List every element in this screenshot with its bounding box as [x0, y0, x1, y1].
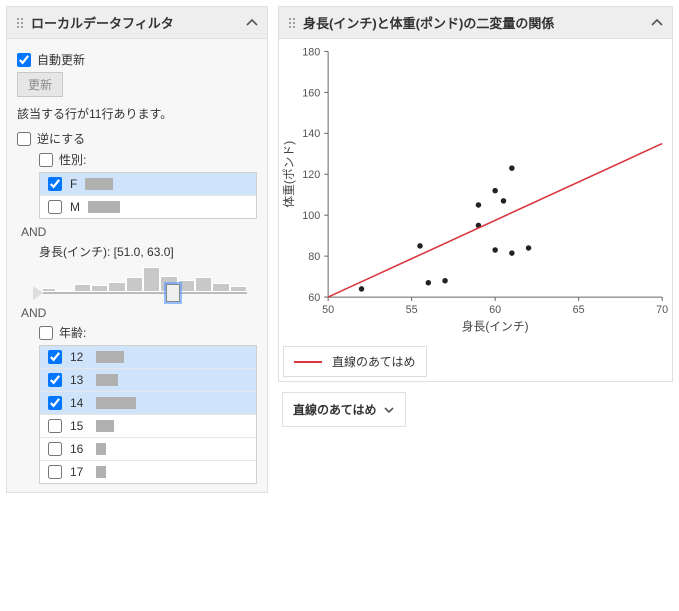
freq-bar-icon	[85, 178, 113, 190]
freq-bar-icon	[96, 351, 124, 363]
age-row-checkbox[interactable]	[48, 396, 62, 410]
bivariate-header[interactable]: 身長(インチ)と体重(ポンド)の二変量の関係	[279, 7, 672, 39]
svg-text:体重(ポンド): 体重(ポンド)	[282, 141, 296, 208]
freq-bar-icon	[96, 397, 136, 409]
filter-panel-title: ローカルデータフィルタ	[31, 13, 174, 32]
age-row-15[interactable]: 15	[40, 414, 256, 437]
age-toggle-checkbox[interactable]	[39, 326, 53, 340]
svg-text:60: 60	[308, 292, 320, 304]
svg-text:80: 80	[308, 251, 320, 263]
svg-text:100: 100	[302, 210, 320, 222]
svg-text:70: 70	[656, 304, 668, 316]
slider-min-handle-icon[interactable]	[33, 286, 43, 300]
bivariate-title: 身長(インチ)と体重(ポンド)の二変量の関係	[303, 13, 554, 32]
svg-text:身長(インチ): 身長(インチ)	[462, 319, 529, 333]
chevron-down-icon	[383, 404, 395, 416]
freq-bar-icon	[96, 466, 106, 478]
age-row-label: 13	[70, 373, 88, 387]
legend-label: 直線のあてはめ	[332, 353, 416, 370]
local-data-filter-panel: ローカルデータフィルタ 自動更新 更新 該当する行が11行あります。 逆にする …	[6, 6, 268, 493]
chart-area: 50 55 60 65 70 60 80 100 120 140 160 180 身長(インチ) 体重(ポ…	[279, 39, 672, 381]
auto-update-row[interactable]: 自動更新	[17, 51, 257, 68]
age-row-checkbox[interactable]	[48, 373, 62, 387]
sex-label: 性別:	[59, 151, 86, 168]
auto-update-label: 自動更新	[37, 51, 85, 68]
age-row-13[interactable]: 13	[40, 368, 256, 391]
age-row-17[interactable]: 17	[40, 460, 256, 483]
sex-header-row[interactable]: 性別:	[39, 151, 257, 168]
reverse-label: 逆にする	[37, 130, 85, 147]
age-row-label: 14	[70, 396, 88, 410]
svg-text:55: 55	[406, 304, 418, 316]
age-row-label: 17	[70, 465, 88, 479]
freq-bar-icon	[88, 201, 120, 213]
fit-line-swatch-icon	[294, 361, 322, 363]
slider-max-handle-icon[interactable]	[166, 284, 180, 302]
age-label: 年齢:	[59, 324, 86, 341]
and-separator: AND	[21, 225, 257, 239]
scatter-chart: 50 55 60 65 70 60 80 100 120 140 160 180 身長(インチ) 体重(ポ…	[279, 39, 672, 339]
sex-list: FM	[39, 172, 257, 219]
collapse-caret-icon[interactable]	[245, 16, 259, 30]
and-separator-2: AND	[21, 306, 257, 320]
age-row-label: 16	[70, 442, 88, 456]
reverse-checkbox[interactable]	[17, 132, 31, 146]
fit-line-section-toggle[interactable]: 直線のあてはめ	[282, 392, 406, 427]
fit-line-section-label: 直線のあてはめ	[293, 401, 377, 418]
update-button[interactable]: 更新	[17, 72, 63, 97]
auto-update-checkbox[interactable]	[17, 53, 31, 67]
age-row-label: 15	[70, 419, 88, 433]
age-row-16[interactable]: 16	[40, 437, 256, 460]
chart-legend: 直線のあてはめ	[283, 346, 427, 377]
age-row-label: 12	[70, 350, 88, 364]
age-row-12[interactable]: 12	[40, 346, 256, 368]
freq-bar-icon	[96, 374, 118, 386]
reverse-row[interactable]: 逆にする	[17, 130, 257, 147]
sex-toggle-checkbox[interactable]	[39, 153, 53, 167]
age-row-checkbox[interactable]	[48, 419, 62, 433]
age-list: 12 13 14 15 16 17	[39, 345, 257, 484]
age-row-checkbox[interactable]	[48, 465, 62, 479]
svg-text:160: 160	[302, 87, 320, 99]
collapse-caret-icon[interactable]	[650, 16, 664, 30]
age-row-14[interactable]: 14	[40, 391, 256, 414]
sex-row-M[interactable]: M	[40, 195, 256, 218]
sex-row-label: F	[70, 177, 77, 191]
svg-text:50: 50	[322, 304, 334, 316]
height-histogram-slider[interactable]	[39, 264, 247, 300]
row-count-info: 該当する行が11行あります。	[17, 105, 257, 122]
svg-text:65: 65	[573, 304, 585, 316]
height-range-label: 身長(インチ): [51.0, 63.0]	[39, 243, 257, 260]
filter-panel-header[interactable]: ローカルデータフィルタ	[7, 7, 267, 39]
age-row-checkbox[interactable]	[48, 442, 62, 456]
sex-row-checkbox[interactable]	[48, 177, 62, 191]
drag-grip-icon[interactable]	[15, 16, 25, 30]
age-row-checkbox[interactable]	[48, 350, 62, 364]
sex-row-checkbox[interactable]	[48, 200, 62, 214]
freq-bar-icon	[96, 420, 114, 432]
svg-text:60: 60	[489, 304, 501, 316]
age-header-row[interactable]: 年齢:	[39, 324, 257, 341]
drag-grip-icon[interactable]	[287, 16, 297, 30]
sex-row-F[interactable]: F	[40, 173, 256, 195]
svg-text:120: 120	[302, 169, 320, 181]
svg-text:140: 140	[302, 128, 320, 140]
sex-row-label: M	[70, 200, 80, 214]
bivariate-panel: 身長(インチ)と体重(ポンド)の二変量の関係 50 55 60 65 70 60 80 100…	[278, 6, 673, 382]
freq-bar-icon	[96, 443, 106, 455]
svg-text:180: 180	[302, 46, 320, 58]
